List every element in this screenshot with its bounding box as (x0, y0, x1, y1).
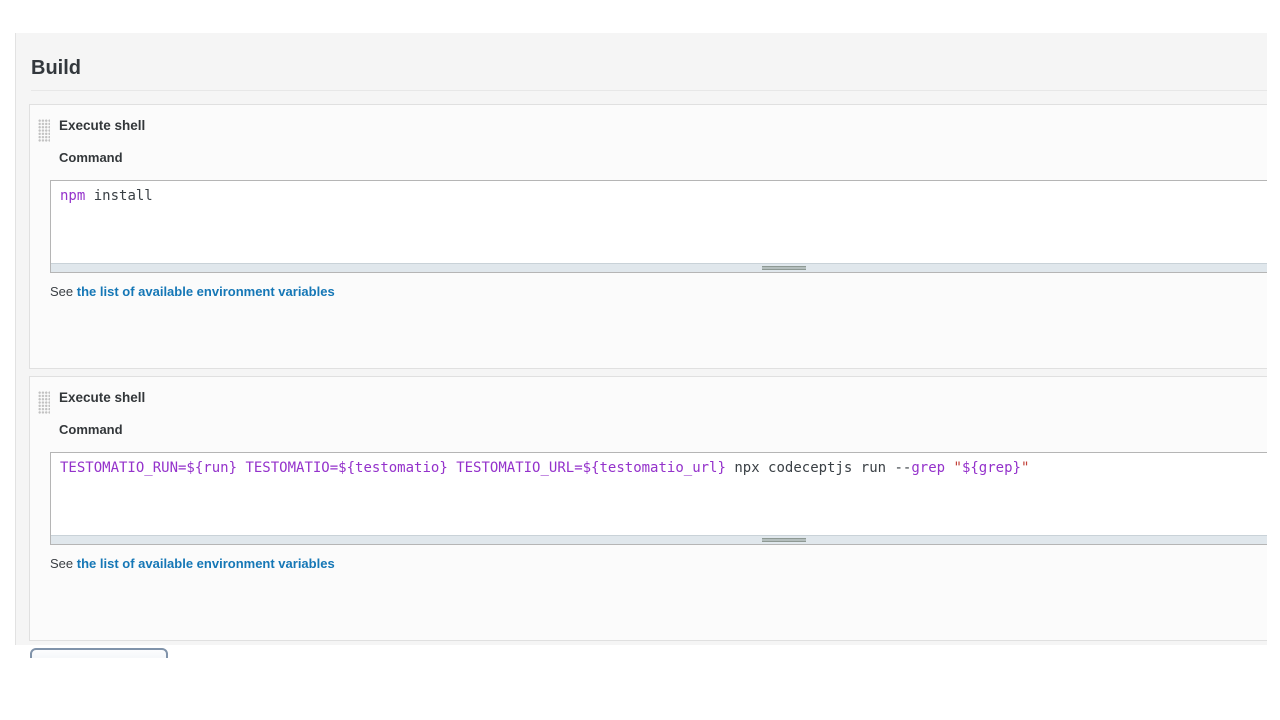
editor-resize-handle[interactable] (51, 535, 1267, 544)
build-section-panel: Build Execute shell Command npm install … (15, 33, 1267, 645)
add-build-step-button-clip (30, 648, 170, 658)
resize-gripper-icon (762, 538, 806, 542)
command-label: Command (59, 422, 1267, 437)
drag-handle-icon[interactable] (38, 391, 50, 414)
editor-resize-handle[interactable] (51, 263, 1267, 272)
help-line: See the list of available environment va… (50, 284, 1267, 299)
help-prefix-text: See (50, 556, 77, 571)
environment-variables-link[interactable]: the list of available environment variab… (77, 556, 335, 571)
add-build-step-button[interactable] (30, 648, 168, 658)
drag-handle-icon[interactable] (38, 119, 50, 142)
section-title: Build (31, 57, 1267, 80)
build-section-content: Build Execute shell Command npm install … (16, 57, 1267, 641)
command-code-line: npm install (51, 181, 1267, 263)
section-divider (31, 90, 1267, 91)
build-step-card-1: Execute shell Command npm install See th… (29, 104, 1267, 369)
resize-gripper-icon (762, 266, 806, 270)
environment-variables-link[interactable]: the list of available environment variab… (77, 284, 335, 299)
command-code-line: TESTOMATIO_RUN=${run} TESTOMATIO=${testo… (51, 453, 1267, 535)
jenkins-build-config-page: Build Execute shell Command npm install … (0, 0, 1280, 720)
help-line: See the list of available environment va… (50, 556, 1267, 571)
build-step-title: Execute shell (59, 377, 1267, 405)
help-prefix-text: See (50, 284, 77, 299)
command-editor[interactable]: npm install (50, 180, 1267, 273)
build-step-card-2: Execute shell Command TESTOMATIO_RUN=${r… (29, 376, 1267, 641)
command-editor[interactable]: TESTOMATIO_RUN=${run} TESTOMATIO=${testo… (50, 452, 1267, 545)
command-label: Command (59, 150, 1267, 165)
build-step-title: Execute shell (59, 105, 1267, 133)
